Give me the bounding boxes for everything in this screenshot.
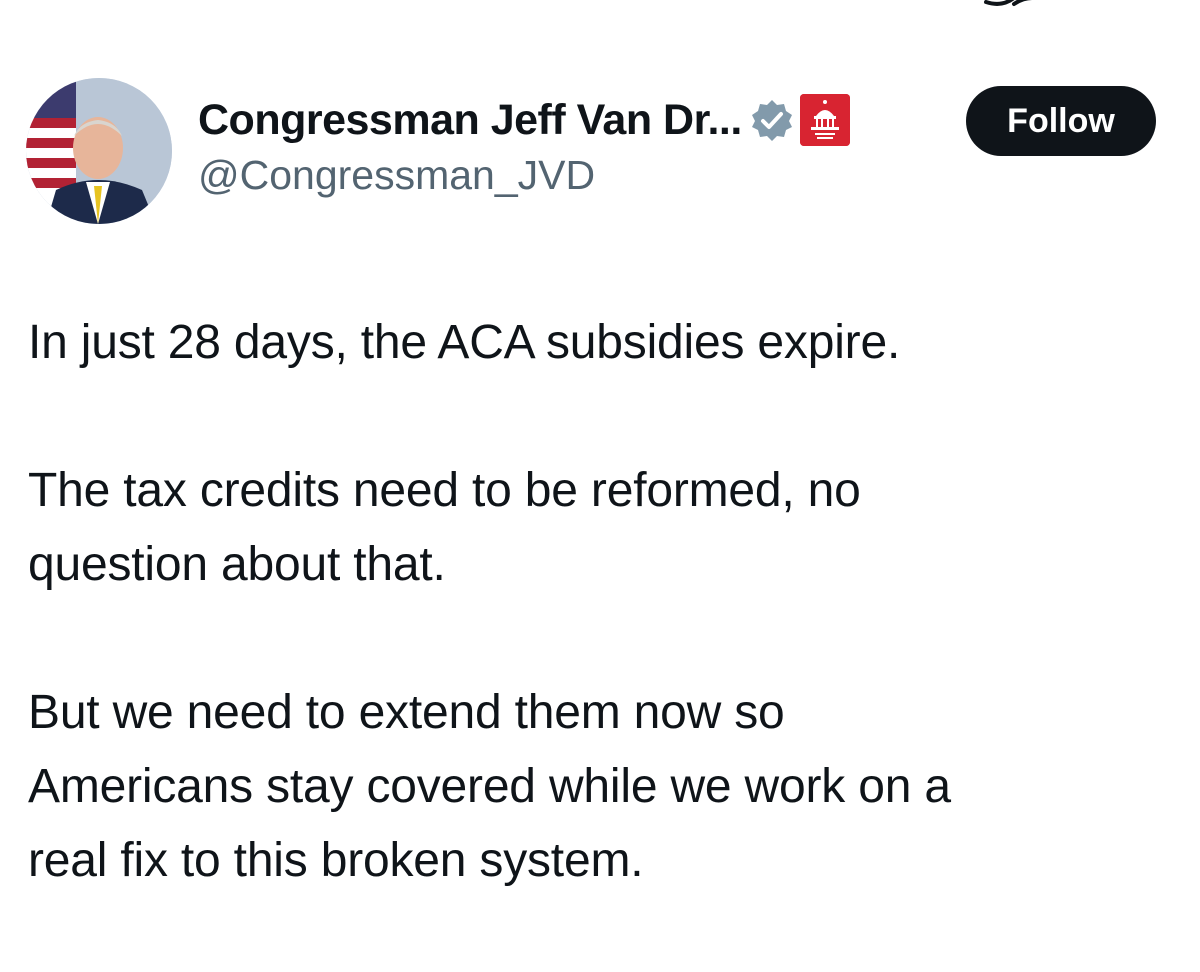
tweet-text: In just 28 days, the ACA subsidies expir… <box>28 306 1158 972</box>
tweet-line: real fix to this broken system. <box>28 834 644 887</box>
tweet-header: Congressman Jeff Van Dr... @Congressman_… <box>26 78 1156 226</box>
tweet-line: But we need to extend them now so <box>28 686 785 739</box>
cropped-header-icon <box>984 0 1033 6</box>
display-name[interactable]: Congressman Jeff Van Dr... <box>198 96 742 145</box>
avatar-photo-icon <box>26 78 172 224</box>
avatar[interactable] <box>26 78 172 224</box>
tweet-paragraph: In just 28 days, the ACA subsidies expir… <box>28 306 1158 380</box>
house-gop-capitol-icon[interactable] <box>799 94 850 146</box>
author-handle[interactable]: @Congressman_JVD <box>198 152 938 199</box>
follow-button[interactable]: Follow <box>966 86 1156 156</box>
name-row: Congressman Jeff Van Dr... <box>198 92 938 148</box>
tweet-paragraph: But we need to extend them now so Americ… <box>28 676 1158 898</box>
tweet-line: question about that. <box>28 538 446 591</box>
tweet-line: Americans stay covered while we work on … <box>28 760 951 813</box>
tweet-line: The tax credits need to be reformed, no <box>28 464 861 517</box>
author-info: Congressman Jeff Van Dr... @Congressman_… <box>198 92 938 199</box>
verified-check-icon[interactable] <box>750 98 794 142</box>
tweet-paragraph: The tax credits need to be reformed, no … <box>28 454 1158 602</box>
tweet-line: In just 28 days, the ACA subsidies expir… <box>28 316 901 369</box>
